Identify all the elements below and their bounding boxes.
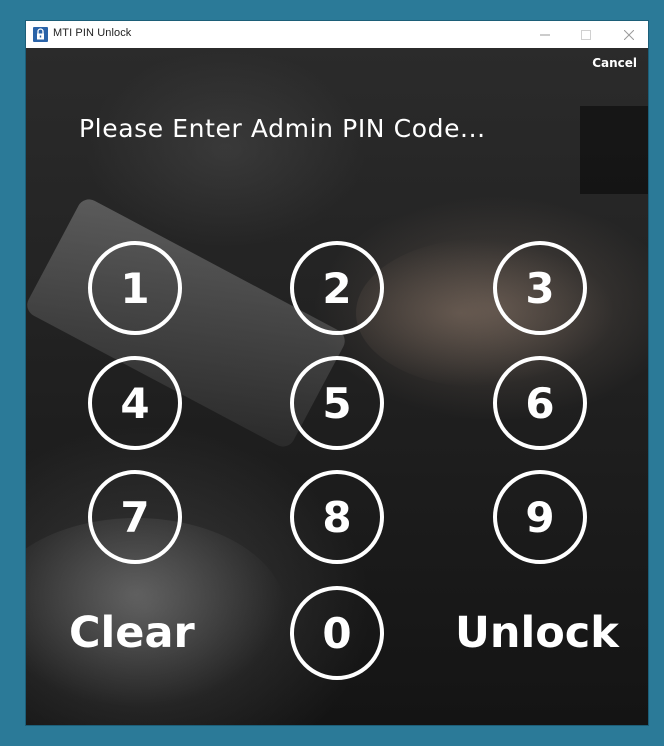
key-8-button[interactable]: 8 bbox=[290, 470, 384, 564]
clear-button[interactable]: Clear bbox=[69, 608, 195, 658]
pin-pad-panel: Cancel Please Enter Admin PIN Code... 1 … bbox=[26, 48, 648, 725]
key-3-button[interactable]: 3 bbox=[493, 241, 587, 335]
key-4-button[interactable]: 4 bbox=[88, 356, 182, 450]
key-5-button[interactable]: 5 bbox=[290, 356, 384, 450]
key-0-button[interactable]: 0 bbox=[290, 586, 384, 680]
minimize-button[interactable] bbox=[526, 21, 564, 48]
key-7-button[interactable]: 7 bbox=[88, 470, 182, 564]
window-title: MTI PIN Unlock bbox=[53, 27, 132, 39]
key-9-button[interactable]: 9 bbox=[493, 470, 587, 564]
unlock-button[interactable]: Unlock bbox=[455, 608, 619, 658]
lock-app-icon bbox=[33, 27, 48, 42]
maximize-icon bbox=[581, 29, 591, 40]
close-button[interactable] bbox=[610, 21, 648, 48]
pin-prompt: Please Enter Admin PIN Code... bbox=[79, 114, 486, 143]
close-icon bbox=[624, 29, 634, 40]
cancel-button[interactable]: Cancel bbox=[592, 56, 637, 70]
key-6-button[interactable]: 6 bbox=[493, 356, 587, 450]
title-bar[interactable]: MTI PIN Unlock bbox=[26, 21, 648, 48]
key-2-button[interactable]: 2 bbox=[290, 241, 384, 335]
background-dark-panel bbox=[580, 106, 648, 194]
maximize-button[interactable] bbox=[567, 21, 605, 48]
key-1-button[interactable]: 1 bbox=[88, 241, 182, 335]
pin-unlock-window: MTI PIN Unlock Cancel Please Enter Admin… bbox=[26, 21, 648, 725]
minimize-icon bbox=[540, 34, 550, 35]
